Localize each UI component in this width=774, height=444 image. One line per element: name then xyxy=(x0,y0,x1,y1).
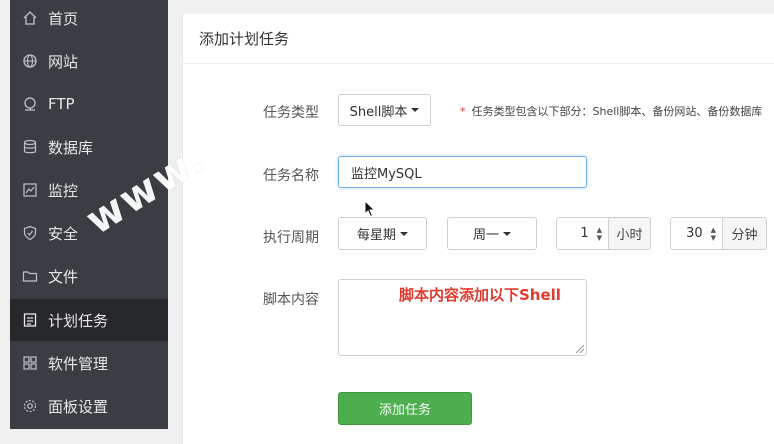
sidebar-item-label: 文件 xyxy=(48,267,79,286)
period-value: 每星期 xyxy=(356,228,396,243)
sidebar-item-label: 软件管理 xyxy=(48,354,109,373)
script-annotation: 脚本内容添加以下Shell xyxy=(399,286,561,304)
task-name-input[interactable]: 监控MySQL xyxy=(338,156,587,188)
sidebar-item-label: 网站 xyxy=(48,52,79,71)
hour-input[interactable]: 1 ▲ ▼ xyxy=(556,217,609,250)
task-name-value: 监控MySQL xyxy=(351,166,422,182)
sidebar-item-database[interactable]: 数据库 xyxy=(10,126,168,168)
hour-value: 1 xyxy=(580,226,589,241)
sidebar-item-home[interactable]: 首页 xyxy=(10,0,168,39)
grid-icon xyxy=(22,355,38,371)
sidebar-item-website[interactable]: 网站 xyxy=(10,40,168,82)
sidebar-item-label: 数据库 xyxy=(48,138,94,157)
sidebar-item-label: 计划任务 xyxy=(48,311,109,330)
mouse-cursor-icon xyxy=(364,200,376,218)
sidebar-item-settings[interactable]: 面板设置 xyxy=(10,385,168,427)
sidebar-item-ftp[interactable]: FTP xyxy=(10,83,168,125)
sidebar-item-label: 监控 xyxy=(48,181,79,200)
spinner-arrows-icon[interactable]: ▲ ▼ xyxy=(597,226,602,242)
folder-icon xyxy=(22,268,38,284)
minute-value: 30 xyxy=(686,226,703,241)
sidebar-item-label: 安全 xyxy=(48,224,79,243)
script-label: 脚本内容 xyxy=(263,292,319,308)
gear-icon xyxy=(22,398,38,414)
chevron-down-icon xyxy=(503,231,511,236)
add-task-button[interactable]: 添加任务 xyxy=(338,392,472,425)
monitor-icon xyxy=(22,182,38,198)
ftp-icon xyxy=(22,96,38,112)
minute-unit: 分钟 xyxy=(723,217,767,250)
resize-handle-icon[interactable] xyxy=(576,345,584,353)
shield-icon xyxy=(22,225,38,241)
task-type-label: 任务类型 xyxy=(263,105,319,121)
panel-title: 添加计划任务 xyxy=(183,14,774,64)
minute-input[interactable]: 30 ▲ ▼ xyxy=(670,217,723,250)
sidebar-item-software[interactable]: 软件管理 xyxy=(10,342,168,384)
task-type-select[interactable]: Shell脚本 xyxy=(338,94,431,126)
sidebar-item-label: FTP xyxy=(48,95,75,113)
task-type-value: Shell脚本 xyxy=(349,104,408,120)
home-icon xyxy=(22,10,38,26)
chevron-down-icon xyxy=(400,231,408,236)
sidebar-item-files[interactable]: 文件 xyxy=(10,255,168,297)
globe-icon xyxy=(22,53,38,69)
task-name-label: 任务名称 xyxy=(263,168,319,184)
sidebar-item-label: 首页 xyxy=(48,9,79,28)
database-icon xyxy=(22,139,38,155)
add-cron-panel: 添加计划任务 任务类型 Shell脚本 * 任务类型包含以下部分：Shell脚本、… xyxy=(182,14,774,444)
period-select[interactable]: 每星期 xyxy=(338,217,427,250)
cycle-label: 执行周期 xyxy=(263,230,319,246)
calendar-icon xyxy=(22,312,38,328)
sidebar-item-cron[interactable]: 计划任务 xyxy=(10,299,168,341)
spinner-arrows-icon[interactable]: ▲ ▼ xyxy=(711,226,716,242)
hour-unit: 小时 xyxy=(609,217,651,250)
weekday-value: 周一 xyxy=(472,228,499,243)
weekday-select[interactable]: 周一 xyxy=(447,217,537,250)
sidebar-item-label: 面板设置 xyxy=(48,397,109,416)
task-type-hint: * 任务类型包含以下部分：Shell脚本、备份网站、备份数据库 xyxy=(460,105,763,118)
chevron-down-icon xyxy=(411,108,420,112)
